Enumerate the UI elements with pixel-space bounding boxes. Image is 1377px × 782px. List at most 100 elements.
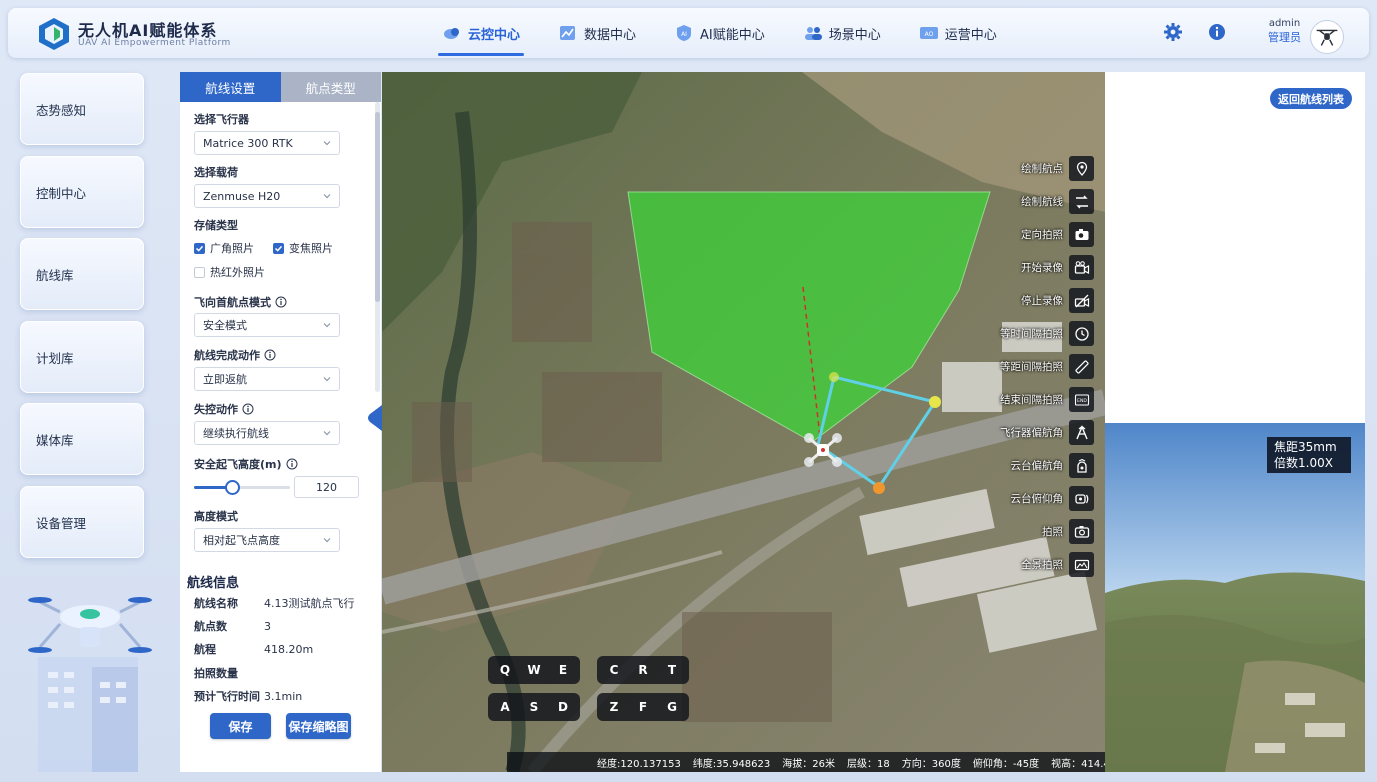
tool-end-interval-photo[interactable]: 结束间隔拍照 END: [1000, 387, 1094, 412]
tool-directional-photo[interactable]: 定向拍照: [1021, 222, 1094, 247]
gimbal-pitch-icon: [1074, 493, 1088, 504]
key-c[interactable]: C: [601, 659, 627, 681]
collapse-panel-icon[interactable]: [366, 405, 382, 431]
lost-control-select[interactable]: 继续执行航线: [194, 421, 340, 445]
info-circle-icon[interactable]: [275, 296, 287, 308]
key-w[interactable]: W: [521, 659, 547, 681]
tool-draw-route[interactable]: 绘制航线: [1021, 189, 1094, 214]
info-icon[interactable]: [1207, 22, 1227, 42]
focal-length: 焦距35mm: [1274, 440, 1337, 454]
pitch-readout: 俯仰角：-45度: [972, 758, 1040, 770]
tab-route-settings[interactable]: 航线设置: [180, 72, 281, 102]
sidebar-item-situation-awareness[interactable]: 态势感知: [20, 73, 144, 145]
finish-action-select[interactable]: 立即返航: [194, 367, 340, 391]
select-value: 安全模式: [203, 319, 247, 332]
camera-info-overlay: 焦距35mm 倍数1.00X: [1267, 437, 1351, 473]
storage-wide-checkbox[interactable]: 广角照片: [194, 240, 254, 256]
key-d[interactable]: D: [550, 696, 576, 718]
nav-label: AI赋能中心: [700, 27, 765, 43]
tool-gimbal-pitch[interactable]: 云台俯仰角: [1011, 486, 1094, 511]
key-a[interactable]: A: [492, 696, 518, 718]
operations-center-icon: AO: [919, 27, 938, 39]
info-key: 航点数: [194, 620, 227, 633]
first-waypoint-mode-label: 飞向首航点模式: [194, 294, 287, 310]
storage-zoom-checkbox[interactable]: 变焦照片: [273, 240, 333, 256]
finish-action-label: 航线完成动作: [194, 347, 276, 363]
longitude-readout: 经度:120.137153: [597, 758, 681, 770]
key-q[interactable]: Q: [492, 659, 518, 681]
tool-take-photo[interactable]: 拍照: [1042, 519, 1094, 544]
takeoff-height-slider[interactable]: [194, 480, 290, 495]
tool-label: 等时间隔拍照: [1000, 328, 1063, 340]
stop-record-icon: [1074, 294, 1089, 307]
key-e[interactable]: E: [550, 659, 576, 681]
chevron-down-icon: [323, 194, 331, 199]
select-value: 继续执行航线: [203, 427, 269, 440]
aircraft-select[interactable]: Matrice 300 RTK: [194, 131, 340, 155]
info-circle-icon[interactable]: [242, 403, 254, 415]
svg-text:AO: AO: [924, 31, 933, 38]
tool-timed-interval-photo[interactable]: 等时间隔拍照: [1000, 321, 1094, 346]
nav-cloud-control[interactable]: 云控中心: [428, 8, 534, 58]
tool-panorama-photo[interactable]: 全景拍照: [1021, 552, 1094, 577]
height-mode-select[interactable]: 相对起飞点高度: [194, 528, 340, 552]
scene-center-icon: [804, 27, 822, 40]
key-z[interactable]: Z: [601, 696, 627, 718]
sidebar-item-device-management[interactable]: 设备管理: [20, 486, 144, 558]
tool-draw-waypoint[interactable]: 绘制航点: [1021, 156, 1094, 181]
key-g[interactable]: G: [659, 696, 685, 718]
key-s[interactable]: S: [521, 696, 547, 718]
route-icon: [1075, 195, 1088, 208]
info-circle-icon[interactable]: [264, 349, 276, 361]
nav-data-center[interactable]: 数据中心: [544, 8, 650, 58]
info-circle-icon[interactable]: [286, 458, 298, 470]
nav-operations-center[interactable]: AO 运营中心: [905, 8, 1011, 58]
nav-ai-center[interactable]: AI AI赋能中心: [660, 8, 779, 58]
cloud-control-icon: [444, 28, 459, 39]
panel-scrollbar[interactable]: [375, 102, 380, 392]
tab-waypoint-type[interactable]: 航点类型: [280, 72, 381, 102]
photo-count-row: 拍照数量: [194, 665, 264, 681]
key-f[interactable]: F: [630, 696, 656, 718]
top-header: 无人机AI赋能体系 UAV AI Empowerment Platform 云控…: [8, 8, 1369, 58]
key-r[interactable]: R: [630, 659, 656, 681]
sidebar-item-control-center[interactable]: 控制中心: [20, 156, 144, 228]
tool-start-record[interactable]: 开始录像: [1021, 255, 1094, 280]
sidebar-item-route-library[interactable]: 航线库: [20, 238, 144, 310]
tool-aircraft-yaw[interactable]: 飞行器偏航角: [1000, 420, 1094, 445]
sidebar-item-plan-library[interactable]: 计划库: [20, 321, 144, 393]
save-button[interactable]: 保存: [210, 713, 271, 739]
latitude-readout: 纬度:35.948623: [692, 758, 771, 770]
drone-avatar-icon[interactable]: [1310, 20, 1344, 54]
waypoint-count-row: 航点数 3: [194, 618, 271, 634]
storage-ir-checkbox[interactable]: 热红外照片: [194, 264, 265, 280]
platform-subtitle: UAV AI Empowerment Platform: [78, 38, 231, 48]
camera-preview[interactable]: 焦距35mm 倍数1.00X: [1105, 423, 1365, 772]
back-to-route-list-button[interactable]: 返回航线列表: [1270, 88, 1352, 109]
payload-select[interactable]: Zenmuse H20: [194, 184, 340, 208]
nav-scene-center[interactable]: 场景中心: [789, 8, 895, 58]
tool-label: 拍照: [1042, 526, 1063, 538]
key-t[interactable]: T: [659, 659, 685, 681]
panel-tabs: 航线设置 航点类型: [180, 72, 381, 102]
info-key: 航线名称: [194, 597, 238, 610]
terrain-preview-icon: [1105, 423, 1365, 772]
info-value: 3: [264, 620, 271, 633]
sidebar-item-media-library[interactable]: 媒体库: [20, 403, 144, 475]
slider-handle[interactable]: [225, 480, 241, 495]
select-value: Zenmuse H20: [203, 189, 281, 203]
sidebar-item-label: 航线库: [36, 267, 74, 283]
first-waypoint-mode-select[interactable]: 安全模式: [194, 313, 340, 337]
select-value: 相对起飞点高度: [203, 534, 280, 547]
save-thumbnail-button[interactable]: 保存缩略图: [286, 713, 351, 739]
tool-stop-record[interactable]: 停止录像: [1021, 288, 1094, 313]
map-view[interactable]: 绘制航点 绘制航线 定向拍照 开始录像 停止录像 等时间隔拍照 等距间隔拍照 结…: [382, 72, 1105, 772]
tool-distance-interval-photo[interactable]: 等距间隔拍照: [1000, 354, 1094, 379]
tool-gimbal-yaw[interactable]: 云台偏航角: [1011, 453, 1094, 478]
settings-gear-icon[interactable]: [1163, 22, 1183, 42]
keypad-zfg: Z F G: [597, 693, 689, 721]
takeoff-height-input[interactable]: 120: [294, 476, 359, 498]
platform-logo-icon: [39, 18, 69, 50]
user-info[interactable]: admin 管理员: [1268, 18, 1301, 45]
chevron-down-icon: [323, 141, 331, 146]
